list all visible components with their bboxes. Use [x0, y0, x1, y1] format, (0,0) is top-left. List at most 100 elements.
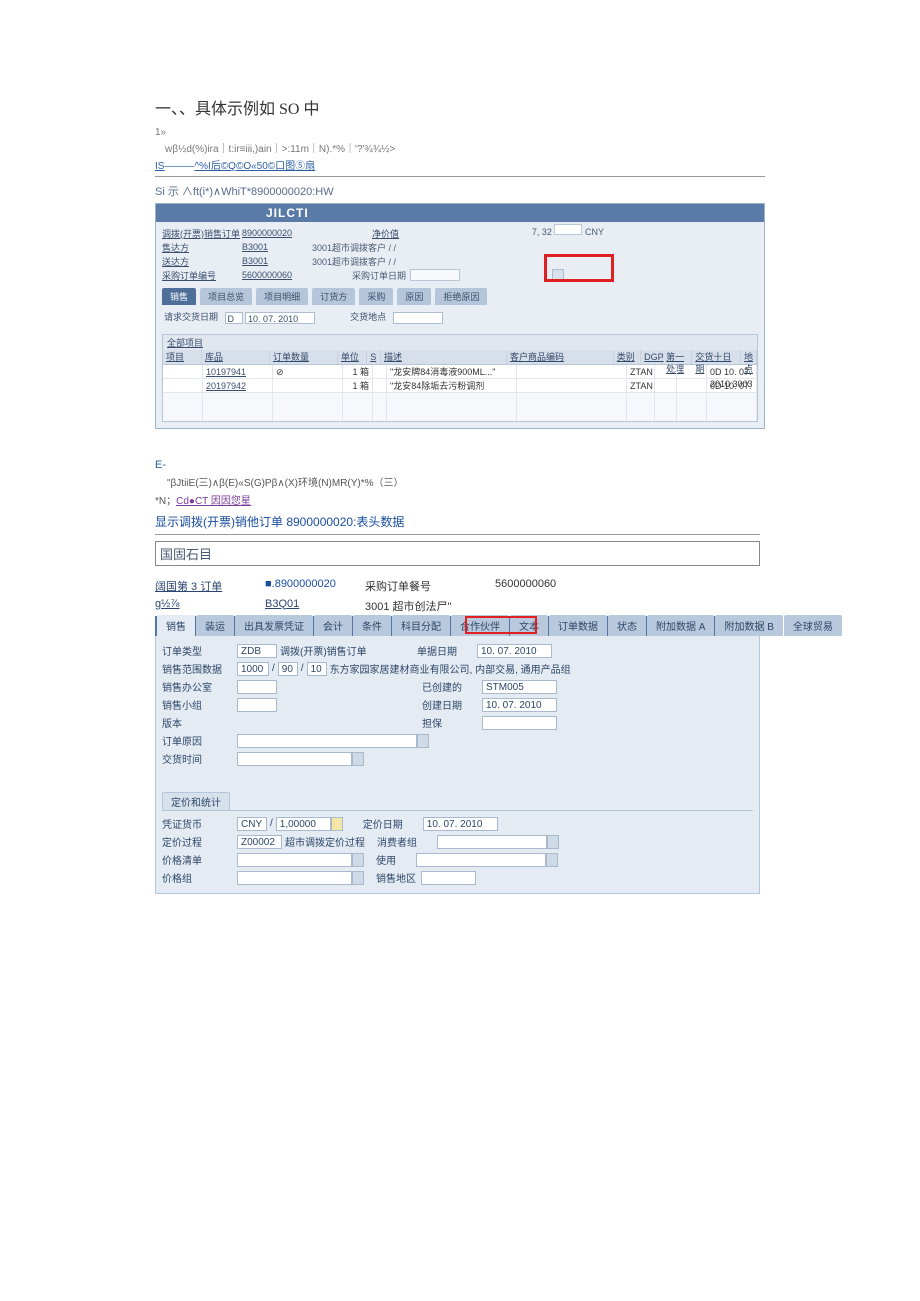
tab-addb[interactable]: 附加数据 B: [715, 615, 782, 636]
tab-billing[interactable]: 出具发票凭证: [235, 615, 313, 636]
highlight-box-2: [465, 616, 537, 634]
soldto-value: B3001: [242, 242, 312, 252]
tabstrip-2: 销售 装运 出具发票凭证 会计 条件 科目分配 合作伙伴 文本 订单数据 状态 …: [155, 616, 760, 636]
table-row[interactable]: 20197942 1 箱 "龙安84除垢去污粉调剂500g..." ZTAN 0…: [163, 379, 757, 393]
po-value-2: 5600000060: [495, 578, 625, 594]
red-line: *N；Cd●CT 因因您星: [155, 492, 765, 507]
delivt-label: 交货时间: [162, 751, 237, 766]
group-input[interactable]: [237, 698, 277, 712]
bq-value: B3Q01: [265, 598, 365, 614]
sap-screen-1: JILCTI 7, 32 CNY 调拨(开票)销售订单 8900000020 净…: [155, 203, 765, 429]
use-input[interactable]: [416, 853, 546, 867]
shipto-desc: 3001超市调拨客户 / /: [312, 255, 432, 268]
toolbar-box: 国固石目: [155, 541, 760, 566]
office-input[interactable]: [237, 680, 277, 694]
office-label: 销售办公室: [162, 679, 237, 694]
docdate-label: 单据日期: [417, 643, 477, 658]
grid-title: 全部项目: [163, 335, 757, 350]
so1-input[interactable]: 1000: [237, 662, 269, 676]
netvalue-area: 7, 32 CNY: [532, 224, 604, 237]
e-label: E-: [155, 459, 765, 471]
table-row[interactable]: [163, 393, 757, 407]
tab-adda[interactable]: 附加数据 A: [647, 615, 714, 636]
table-row[interactable]: [163, 407, 757, 421]
tab-orderer[interactable]: 订货方: [312, 288, 355, 305]
ordertype-input[interactable]: ZDB: [237, 644, 277, 658]
sap-screen-2: 阔国第 3 订单 ■.8900000020 采购订单餐号 5600000060 …: [155, 576, 760, 894]
date-input[interactable]: 10. 07. 2010: [245, 312, 315, 324]
is-line: IS———^%I后©Q©O«50©口图⑤扇: [155, 157, 765, 172]
plant-input[interactable]: [393, 312, 443, 324]
tab-reject[interactable]: 拒绝原因: [435, 288, 487, 305]
dropdown-icon[interactable]: [352, 752, 364, 766]
group-label: 销售小组: [162, 697, 237, 712]
pproc-label: 定价过程: [162, 834, 237, 849]
use-label: 使用: [376, 852, 416, 867]
tab-acct[interactable]: 会计: [314, 615, 352, 636]
garble-line: wβ½d(%)ira｜t:ir≡iii,)ain｜>:11m｜N).*%｜'?'…: [155, 140, 765, 155]
tab-overview[interactable]: 项目总览: [200, 288, 252, 305]
version-label: 版本: [162, 715, 237, 730]
podate-input[interactable]: [410, 269, 460, 281]
so3-input[interactable]: 10: [307, 662, 327, 676]
crdate-input[interactable]: 10. 07. 2010: [482, 698, 557, 712]
tab-global[interactable]: 全球贸易: [784, 615, 842, 636]
reason-label: 订单原因: [162, 733, 237, 748]
soldto-desc: 3001超市调拨客户 / /: [312, 241, 432, 254]
dropdown-icon[interactable]: [352, 871, 364, 885]
reason-input[interactable]: [237, 734, 417, 748]
pproc-input[interactable]: Z00002: [237, 835, 282, 849]
dropdown-icon[interactable]: [546, 853, 558, 867]
created-label: 已创建的: [422, 679, 482, 694]
g-label: g½⅞: [155, 598, 265, 614]
sub-header: 请求交货日期 D 10. 07. 2010 交货地点: [156, 307, 764, 334]
dropdown-icon[interactable]: [417, 734, 429, 748]
dropdown-icon[interactable]: [352, 853, 364, 867]
rate-icon[interactable]: [331, 817, 343, 831]
curr-input[interactable]: CNY: [237, 817, 267, 831]
tab-orderdata[interactable]: 订单数据: [549, 615, 607, 636]
doc-heading: 一、、具体示例如 SO 中: [155, 95, 765, 119]
created-input[interactable]: STM005: [482, 680, 557, 694]
cgrp-input[interactable]: [437, 835, 547, 849]
tab-detail[interactable]: 项目明细: [256, 288, 308, 305]
docdate-input[interactable]: 10. 07. 2010: [477, 644, 552, 658]
tab-cond[interactable]: 条件: [353, 615, 391, 636]
ordertype-text: 调拨(开票)销售订单: [277, 643, 417, 658]
tabstrip-1: 销售 项目总览 项目明细 订货方 采购 原因 拒绝原因: [156, 286, 764, 307]
delivt-input[interactable]: [237, 752, 352, 766]
plist-input[interactable]: [237, 853, 352, 867]
tab-sales[interactable]: 销售: [162, 288, 196, 305]
tab-ship[interactable]: 装运: [196, 615, 234, 636]
tab-sales-2[interactable]: 销售: [157, 615, 195, 636]
tab-reason[interactable]: 原因: [397, 288, 431, 305]
netval-label: 净价值: [372, 227, 412, 240]
divider: [155, 176, 765, 177]
pgrp-input[interactable]: [237, 871, 352, 885]
header2-row2: g½⅞ B3Q01 3001 超市创法尸": [155, 596, 760, 616]
so2-input[interactable]: 90: [278, 662, 298, 676]
pricing-tab[interactable]: 定价和统计: [162, 792, 230, 810]
dropdown-icon[interactable]: [547, 835, 559, 849]
tab-status[interactable]: 状态: [608, 615, 646, 636]
sarea-input[interactable]: [421, 871, 476, 885]
order-label: 调拨(开票)销售订单: [162, 227, 242, 240]
d-input[interactable]: D: [225, 312, 243, 324]
highlight-box: [544, 254, 614, 282]
so-text: 东方家园家居建材商业有限公司, 内部交易, 通用产品组: [327, 661, 753, 676]
po-label: 采购订单编号: [162, 269, 242, 282]
plist-label: 价格清单: [162, 852, 237, 867]
salesorg-label: 销售范围数据: [162, 661, 237, 676]
cgrp-label: 消费者组: [377, 834, 437, 849]
sarea-label: 销售地区: [376, 870, 421, 885]
order3-label: 阔国第 3 订单: [155, 578, 265, 594]
order3-value: ■.8900000020: [265, 578, 365, 594]
pdate-input[interactable]: 10. 07. 2010: [423, 817, 498, 831]
table-row[interactable]: 10197941 ⊘ 1 箱 "龙安牌84消毒液900ML..." ZTAN 0…: [163, 365, 757, 379]
divider: [155, 534, 760, 535]
guar-input[interactable]: [482, 716, 557, 730]
rate-input[interactable]: 1,00000: [276, 817, 331, 831]
tab-procure[interactable]: 采购: [359, 288, 393, 305]
shipto-value: B3001: [242, 256, 312, 266]
tab-assign[interactable]: 科目分配: [392, 615, 450, 636]
